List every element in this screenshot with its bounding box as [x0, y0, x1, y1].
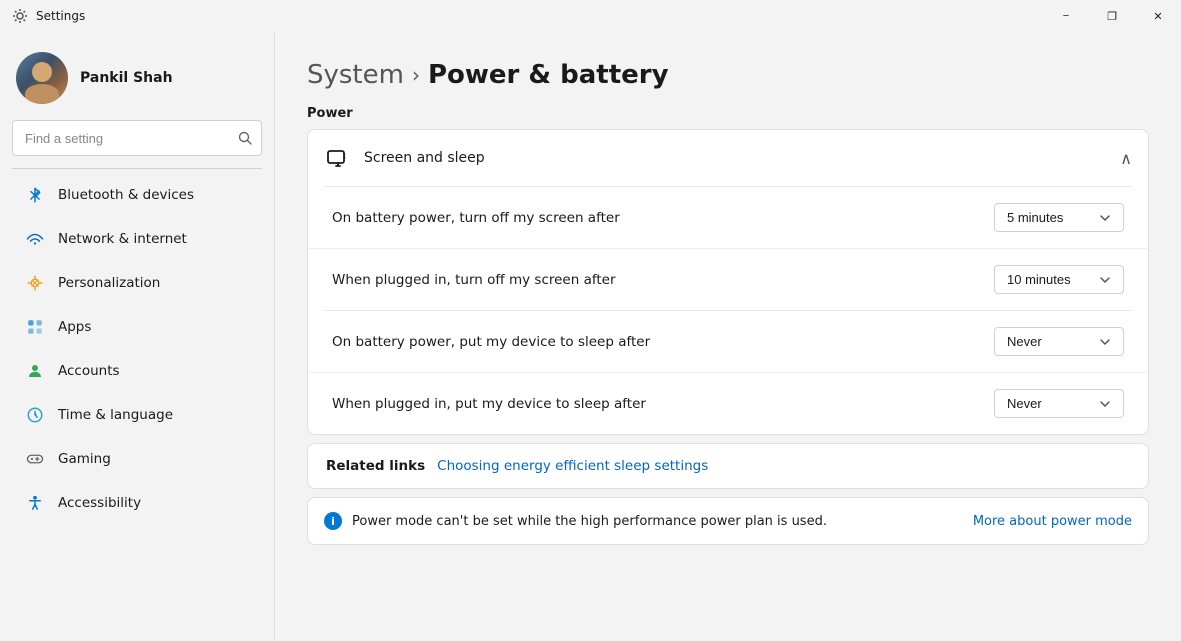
card-row-0: On battery power, turn off my screen aft…	[308, 187, 1148, 248]
chevron-down-icon	[1099, 274, 1111, 286]
bluetooth-icon	[24, 184, 46, 206]
personalization-icon	[24, 272, 46, 294]
screen-sleep-title: Screen and sleep	[364, 150, 485, 166]
sidebar-label-apps: Apps	[58, 319, 91, 335]
sidebar-item-accessibility[interactable]: Accessibility	[8, 482, 266, 524]
title-bar-left: Settings	[12, 8, 85, 24]
title-bar-controls: − ❐ ✕	[1043, 0, 1181, 32]
sidebar-label-network: Network & internet	[58, 231, 187, 247]
dropdown-screen-plugged[interactable]: 10 minutes	[994, 265, 1124, 294]
maximize-button[interactable]: ❐	[1089, 0, 1135, 32]
card-row-3: When plugged in, put my device to sleep …	[308, 372, 1148, 434]
time-icon	[24, 404, 46, 426]
info-icon: i	[324, 512, 342, 530]
search-box	[12, 120, 262, 156]
breadcrumb-current: Power & battery	[428, 60, 669, 90]
accounts-icon	[24, 360, 46, 382]
card-row-3-label: When plugged in, put my device to sleep …	[332, 396, 646, 412]
user-name: Pankil Shah	[80, 70, 173, 86]
app-title: Settings	[36, 9, 85, 23]
related-link-sleep[interactable]: Choosing energy efficient sleep settings	[437, 458, 708, 474]
screen-sleep-card: Screen and sleep ∧ On battery power, tur…	[307, 129, 1149, 435]
app-body: Pankil Shah Bluetooth & devices	[0, 32, 1181, 641]
sidebar-item-bluetooth[interactable]: Bluetooth & devices	[8, 174, 266, 216]
search-input[interactable]	[12, 120, 262, 156]
info-banner: i Power mode can't be set while the high…	[307, 497, 1149, 545]
content-area: System › Power & battery Power	[275, 32, 1181, 641]
breadcrumb-separator: ›	[412, 63, 420, 87]
sidebar-divider	[12, 168, 262, 169]
section-title-power: Power	[307, 106, 1149, 121]
sidebar-item-personalization[interactable]: Personalization	[8, 262, 266, 304]
accessibility-icon	[24, 492, 46, 514]
sidebar-label-time: Time & language	[58, 407, 173, 423]
related-links-label: Related links	[326, 458, 425, 474]
sidebar-label-gaming: Gaming	[58, 451, 111, 467]
dropdown-sleep-plugged[interactable]: Never	[994, 389, 1124, 418]
dropdown-screen-battery[interactable]: 5 minutes	[994, 203, 1124, 232]
card-row-0-label: On battery power, turn off my screen aft…	[332, 210, 620, 226]
chevron-down-icon	[1099, 398, 1111, 410]
card-row-2-label: On battery power, put my device to sleep…	[332, 334, 650, 350]
breadcrumb-parent: System	[307, 60, 404, 90]
chevron-up-icon: ∧	[1120, 149, 1132, 168]
avatar	[16, 52, 68, 104]
sidebar-label-bluetooth: Bluetooth & devices	[58, 187, 194, 203]
breadcrumb: System › Power & battery	[307, 60, 1149, 90]
settings-app-icon	[12, 8, 28, 24]
related-links: Related links Choosing energy efficient …	[307, 443, 1149, 489]
chevron-down-icon	[1099, 212, 1111, 224]
dropdown-screen-plugged-value: 10 minutes	[1007, 272, 1071, 287]
card-row-2: On battery power, put my device to sleep…	[308, 311, 1148, 372]
screen-sleep-icon	[324, 144, 352, 172]
network-icon	[24, 228, 46, 250]
sidebar: Pankil Shah Bluetooth & devices	[0, 32, 275, 641]
chevron-down-icon	[1099, 336, 1111, 348]
apps-icon	[24, 316, 46, 338]
sidebar-label-accounts: Accounts	[58, 363, 120, 379]
sidebar-item-time[interactable]: Time & language	[8, 394, 266, 436]
sidebar-label-accessibility: Accessibility	[58, 495, 141, 511]
dropdown-screen-battery-value: 5 minutes	[1007, 210, 1063, 225]
sidebar-label-personalization: Personalization	[58, 275, 160, 291]
dropdown-sleep-battery-value: Never	[1007, 334, 1042, 349]
sidebar-item-apps[interactable]: Apps	[8, 306, 266, 348]
sidebar-item-accounts[interactable]: Accounts	[8, 350, 266, 392]
card-row-1: When plugged in, turn off my screen afte…	[308, 248, 1148, 310]
sidebar-item-gaming[interactable]: Gaming	[8, 438, 266, 480]
page-header: System › Power & battery	[275, 32, 1181, 106]
dropdown-sleep-battery[interactable]: Never	[994, 327, 1124, 356]
card-row-1-label: When plugged in, turn off my screen afte…	[332, 272, 616, 288]
info-banner-link[interactable]: More about power mode	[973, 514, 1132, 529]
card-header-left: Screen and sleep	[324, 144, 485, 172]
title-bar: Settings − ❐ ✕	[0, 0, 1181, 32]
minimize-button[interactable]: −	[1043, 0, 1089, 32]
power-section: Power Screen and sleep ∧	[275, 106, 1181, 545]
sidebar-item-network[interactable]: Network & internet	[8, 218, 266, 260]
close-button[interactable]: ✕	[1135, 0, 1181, 32]
gaming-icon	[24, 448, 46, 470]
screen-sleep-header[interactable]: Screen and sleep ∧	[308, 130, 1148, 186]
info-banner-text: Power mode can't be set while the high p…	[352, 514, 963, 529]
dropdown-sleep-plugged-value: Never	[1007, 396, 1042, 411]
user-profile[interactable]: Pankil Shah	[0, 40, 274, 120]
